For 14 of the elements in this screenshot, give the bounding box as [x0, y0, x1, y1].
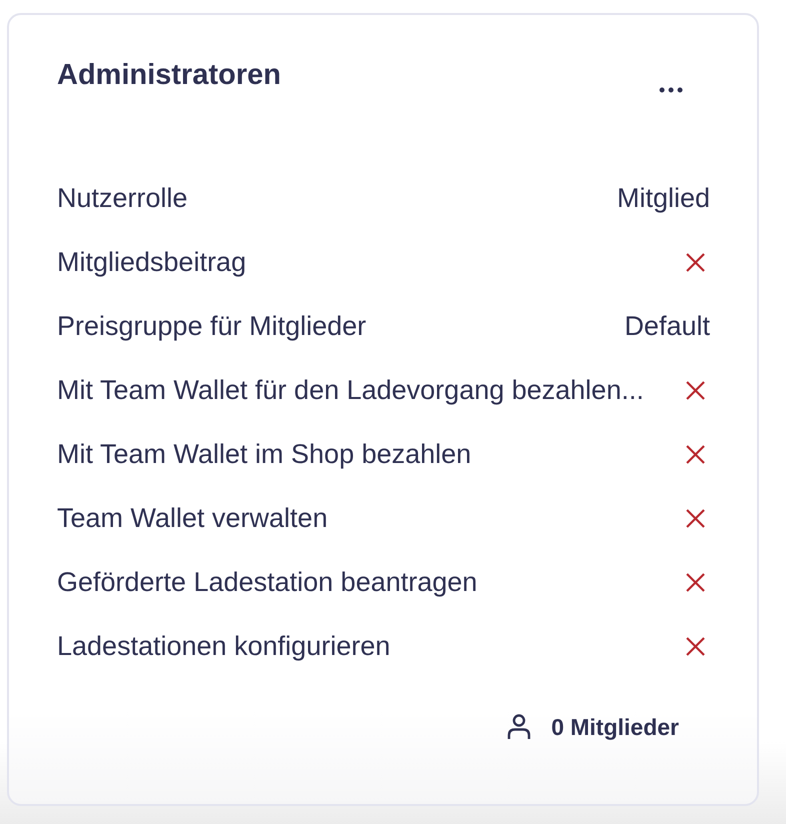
row-label: Geförderte Ladestation beantragen — [57, 566, 478, 599]
row-label: Team Wallet verwalten — [57, 502, 328, 535]
member-count: 0 Mitglieder — [551, 713, 679, 741]
row-label: Mitgliedsbeitrag — [57, 246, 246, 279]
person-icon — [507, 714, 532, 740]
card-title: Administratoren — [57, 58, 281, 92]
row-label: Ladestationen konfigurieren — [57, 630, 390, 663]
row-value: Mitglied — [616, 182, 710, 215]
row-label: Mit Team Wallet für den Ladevorgang bezahlen... — [57, 374, 644, 407]
more-icon — [659, 87, 683, 93]
row-label: Preisgruppe für Mitglieder — [57, 310, 366, 343]
row-value: Default — [624, 310, 710, 343]
row-label: Nutzerrolle — [57, 182, 188, 215]
row-label: Mit Team Wallet im Shop bezahlen — [57, 438, 472, 471]
